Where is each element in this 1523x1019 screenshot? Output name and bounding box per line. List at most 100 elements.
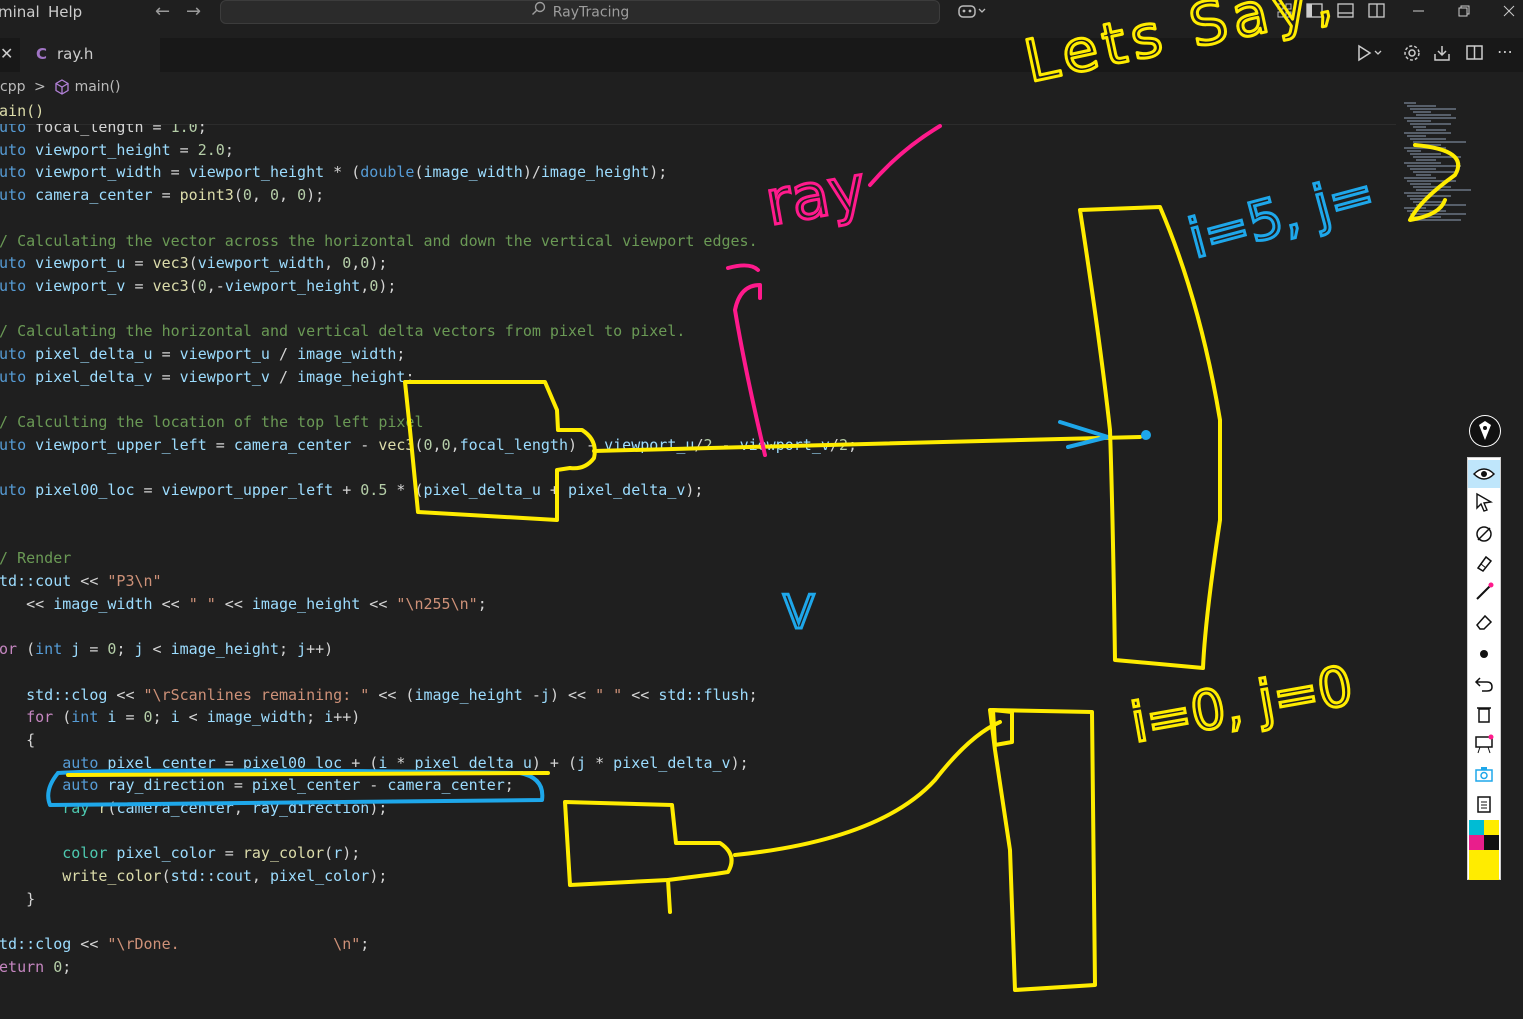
palette-icon[interactable] — [1468, 820, 1500, 880]
code-token: color — [0, 844, 108, 863]
minimap-line — [1404, 132, 1451, 134]
code-line[interactable]: auto ray_direction = pixel_center - came… — [0, 774, 514, 796]
code-line[interactable]: auto pixel00_loc = viewport_upper_left +… — [0, 479, 703, 501]
code-token: ray — [62, 799, 90, 817]
code-line[interactable]: auto pixel_center = pixel00_loc + (i * p… — [0, 752, 748, 774]
code-line[interactable]: write_color(std::cout, pixel_color); — [0, 865, 387, 887]
code-token: 0 — [342, 254, 352, 273]
code-line[interactable]: auto focal_length = 1.0; — [0, 124, 207, 138]
eye-icon[interactable] — [1468, 460, 1500, 488]
pointer-icon[interactable] — [1468, 488, 1500, 516]
code-token: } — [26, 889, 36, 908]
code-line[interactable]: auto viewport_v = vec3(0,-viewport_heigh… — [0, 275, 396, 297]
download-icon[interactable] — [1433, 44, 1451, 66]
sticky-scroll-header[interactable]: main() — [0, 100, 1396, 125]
editor-tab-bar — [0, 38, 1523, 72]
pen-line-icon[interactable] — [1468, 578, 1500, 606]
code-token: ray_direction — [98, 776, 225, 795]
code-line[interactable]: // Render — [0, 547, 71, 569]
undo-icon[interactable] — [1468, 670, 1500, 698]
code-line[interactable]: auto viewport_upper_left = camera_center… — [0, 434, 857, 456]
annotation-toolbar — [1467, 457, 1501, 880]
toggle-panel-icon[interactable] — [1337, 3, 1355, 19]
code-line[interactable]: ray r(camera_center, ray_direction); — [0, 797, 387, 819]
code-line[interactable]: } — [0, 888, 35, 910]
close-tab-icon[interactable]: ✕ — [0, 38, 16, 72]
code-line[interactable]: auto camera_center = point3(0, 0, 0); — [0, 184, 324, 206]
code-line[interactable]: // Calculating the horizontal and vertic… — [0, 320, 685, 342]
code-token: 0 — [53, 957, 63, 976]
eraser-icon[interactable] — [1468, 608, 1500, 636]
code-token: ; — [396, 345, 406, 363]
menu-help[interactable]: Help — [48, 3, 82, 21]
layout-custom-icon[interactable] — [1277, 3, 1295, 19]
settings-gear-icon[interactable] — [1403, 44, 1421, 66]
code-line[interactable]: { — [0, 729, 35, 751]
code-token: auto — [0, 254, 27, 273]
dot-icon[interactable] — [1468, 640, 1500, 668]
breadcrumb-file[interactable]: cpp — [0, 79, 25, 95]
code-line[interactable]: // Calculating the vector across the hor… — [0, 230, 758, 252]
code-token: ; — [279, 640, 298, 659]
close-window-icon[interactable] — [1502, 3, 1520, 19]
camera-icon[interactable] — [1468, 760, 1500, 788]
trash-icon[interactable] — [1468, 700, 1500, 728]
command-center-search[interactable]: RayTracing — [220, 0, 940, 24]
whiteboard-icon[interactable] — [1468, 730, 1500, 758]
code-line[interactable]: auto viewport_width = viewport_height * … — [0, 161, 667, 183]
code-token: pixel_delta_v — [26, 367, 153, 386]
split-editor-icon[interactable] — [1466, 44, 1484, 66]
code-line[interactable]: for (int j = 0; j < image_height; j++) — [0, 638, 333, 660]
code-token: viewport_upper_left — [161, 481, 334, 500]
tab-ray-h[interactable]: Cray.h — [20, 38, 160, 72]
minimap[interactable] — [1400, 98, 1471, 228]
tab-label: ray.h — [57, 45, 94, 63]
pen-app-badge[interactable] — [1469, 415, 1501, 447]
code-line[interactable]: for (int i = 0; i < image_width; i++) — [0, 706, 360, 728]
code-line[interactable]: color pixel_color = ray_color(r); — [0, 842, 360, 864]
code-line[interactable]: auto viewport_u = vec3(viewport_width, 0… — [0, 252, 387, 274]
code-token: + — [333, 481, 361, 500]
code-token: // Calculting the location of the top le… — [0, 413, 424, 432]
restore-icon[interactable] — [1457, 3, 1475, 19]
code-token: ( — [414, 163, 424, 182]
code-token: 0 — [269, 186, 279, 205]
minimap-line — [1407, 150, 1421, 152]
code-line[interactable]: std::cout << "P3\n" — [0, 570, 162, 592]
minimap-line — [1407, 105, 1436, 107]
clipboard-icon[interactable] — [1468, 790, 1500, 818]
code-token: , — [233, 799, 252, 817]
back-arrow-icon[interactable]: ← — [155, 1, 170, 22]
code-line[interactable]: std::clog << "\rDone. \n"; — [0, 933, 369, 955]
code-token: viewport_height — [224, 276, 361, 295]
code-line[interactable]: // Calculting the location of the top le… — [0, 411, 423, 433]
code-line[interactable]: return 0; — [0, 956, 71, 978]
minimap-line — [1407, 135, 1426, 137]
code-line[interactable]: auto viewport_height = 2.0; — [0, 139, 234, 161]
code-token: / — [269, 345, 298, 363]
search-label: RayTracing — [552, 4, 630, 21]
copilot-icon[interactable] — [958, 3, 986, 19]
code-line[interactable]: auto pixel_delta_u = viewport_u / image_… — [0, 343, 405, 365]
toggle-secondary-sidebar-icon[interactable] — [1368, 3, 1386, 19]
code-token: ++) — [333, 708, 361, 727]
breadcrumb-symbol[interactable]: main() — [75, 79, 121, 95]
minimize-icon[interactable] — [1412, 3, 1430, 19]
menu-terminal[interactable]: minal — [0, 3, 40, 21]
highlighter-icon[interactable] — [1468, 550, 1500, 578]
toggle-sidebar-icon[interactable] — [1306, 3, 1324, 19]
run-icon[interactable] — [1356, 44, 1384, 66]
eraser-lasso-icon[interactable] — [1468, 520, 1500, 548]
code-token: ray_color — [242, 844, 325, 863]
code-token: 2.0 — [197, 140, 225, 159]
code-editor[interactable]: auto focal_length = 1.0;auto viewport_he… — [0, 124, 1396, 1019]
code-line[interactable]: << image_width << " " << image_height <<… — [0, 593, 487, 615]
forward-arrow-icon[interactable]: → — [186, 1, 201, 22]
code-token: auto — [0, 124, 27, 136]
code-token: ); — [369, 799, 388, 817]
code-token: for — [26, 708, 54, 727]
code-line[interactable]: auto pixel_delta_v = viewport_v / image_… — [0, 366, 414, 388]
code-line[interactable]: std::clog << "\rScanlines remaining: " <… — [0, 684, 758, 706]
more-actions-icon[interactable]: ⋯ — [1497, 42, 1513, 61]
code-token: pixel00_loc — [242, 753, 343, 772]
